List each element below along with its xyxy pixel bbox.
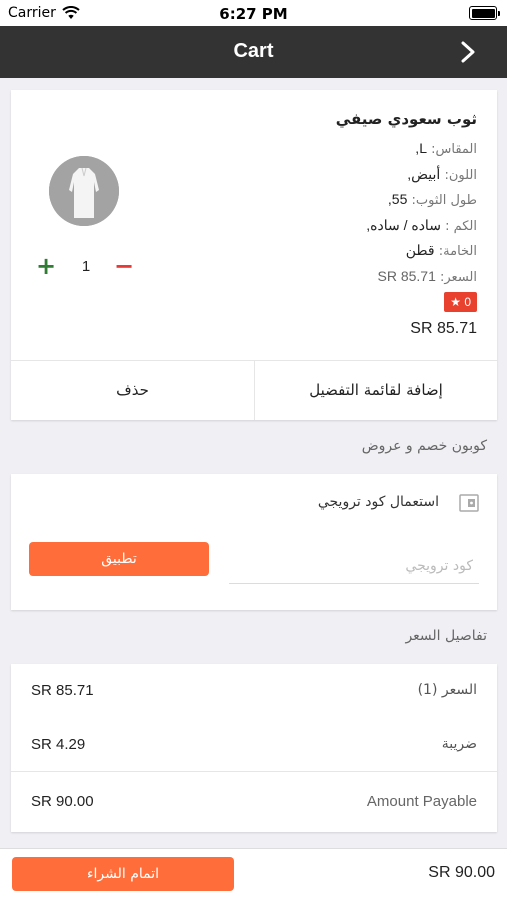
attr-label: المقاس: [431, 142, 477, 157]
attr-size: المقاس: L, [415, 140, 477, 157]
promo-code-input[interactable] [229, 548, 479, 584]
attr-label: الخامة: [438, 244, 477, 259]
page-title: Cart [233, 40, 274, 62]
attr-value: أبيض, [407, 166, 441, 182]
attr-label: السعر: [440, 270, 477, 285]
attr-sleeve: الكم : ساده / ساده, [366, 217, 477, 234]
coupon-card: استعمال كود ترويجي تطبيق [11, 474, 497, 610]
attr-value: قطن [405, 242, 435, 258]
attr-label: اللون: [444, 168, 477, 183]
price-amount: SR 85.71 [31, 682, 94, 699]
price-details-title: تفاصيل السعر [405, 628, 487, 644]
cart-item-card: ثوب سعودي صيفي المقاس: L, اللون: أبيض, ط… [11, 90, 497, 420]
delete-button[interactable]: حذف [11, 361, 254, 420]
status-bar: Carrier 6:27 PM [0, 0, 507, 26]
apply-coupon-button[interactable]: تطبيق [29, 542, 209, 576]
attr-value: ساده / ساده, [366, 217, 441, 233]
points-badge: ★ 0 [444, 292, 477, 312]
qty-increase-button[interactable]: + [35, 254, 57, 278]
item-actions: حذف إضافة لقائمة التفضيل [11, 360, 497, 420]
attr-label: الكم : [445, 219, 477, 234]
coupon-section-title: كوبون خصم و عروض [361, 438, 487, 454]
qty-decrease-button[interactable]: − [113, 254, 135, 278]
price-label: السعر (1) [417, 682, 477, 698]
attr-price: السعر: SR 85.71 [377, 268, 477, 285]
promo-code-label: استعمال كود ترويجي [317, 494, 439, 510]
payable-label: Amount Payable [366, 793, 477, 810]
battery-icon [469, 6, 500, 20]
add-to-wishlist-button[interactable]: إضافة لقائمة التفضيل [254, 361, 497, 420]
qty-value: 1 [81, 258, 91, 275]
tax-label: ضريبة [441, 736, 477, 752]
checkout-bar: اتمام الشراء SR 90.00 [0, 848, 507, 900]
product-image[interactable] [49, 156, 119, 226]
attr-length: طول الثوب: 55, [388, 191, 477, 208]
quantity-stepper: + 1 − [35, 254, 145, 280]
product-name[interactable]: ثوب سعودي صيفي [336, 110, 477, 128]
coupon-icon [459, 494, 479, 512]
price-details-card: السعر (1) SR 85.71 ضريبة SR 4.29 Amount … [11, 664, 497, 832]
attr-value: L, [415, 140, 427, 156]
tax-amount: SR 4.29 [31, 736, 86, 753]
attr-value: SR 85.71 [377, 268, 436, 284]
nav-bar: Cart [0, 26, 507, 78]
divider [11, 771, 497, 772]
attr-value: 55, [387, 191, 408, 207]
payable-amount: SR 90.00 [31, 793, 94, 810]
attr-label: طول الثوب: [411, 193, 477, 208]
attr-color: اللون: أبيض, [407, 166, 477, 183]
chevron-right-icon[interactable] [457, 40, 479, 64]
clock: 6:27 PM [219, 5, 288, 23]
line-total: SR 85.71 [410, 320, 477, 337]
grand-total: SR 90.00 [428, 864, 495, 881]
checkout-button[interactable]: اتمام الشراء [12, 857, 234, 891]
attr-material: الخامة: قطن [406, 242, 477, 259]
